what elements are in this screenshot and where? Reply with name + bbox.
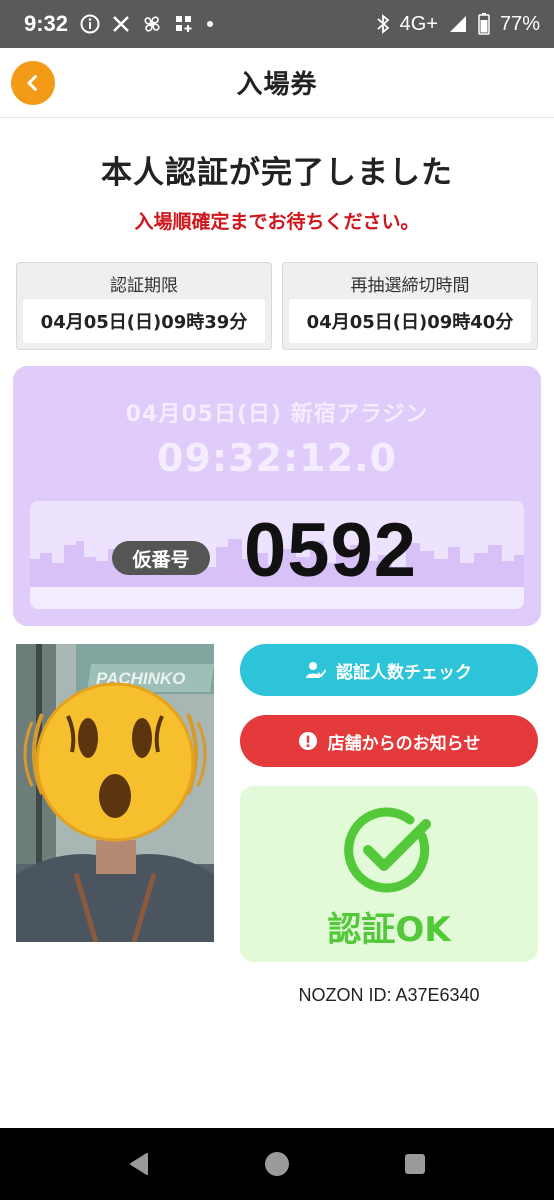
auth-deadline-label: 認証期限 — [110, 276, 178, 296]
apps-add-icon — [174, 14, 194, 34]
network-type: 4G+ — [399, 12, 438, 35]
battery-percent: 77% — [499, 12, 540, 35]
nav-home-button[interactable] — [257, 1144, 297, 1184]
signal-icon — [448, 14, 468, 34]
info-icon — [80, 14, 100, 34]
provisional-number-badge: 仮番号 — [112, 541, 210, 575]
user-photo: PACHINKO — [16, 644, 214, 942]
ticket-date-store: 04月05日(日) 新宿アラジン — [125, 402, 429, 427]
check-circle-icon — [344, 807, 431, 893]
nozon-id: NOZON ID: A37E6340 — [298, 985, 480, 1005]
auth-ok-panel: 認証OK — [240, 786, 538, 962]
ticket-number-panel: 仮番号 0592 — [30, 501, 524, 609]
home-circle-icon — [265, 1152, 289, 1176]
completion-title: 本人認証が完了しました — [101, 155, 453, 191]
provisional-number: 0592 — [244, 508, 418, 593]
status-left: 9:32 — [24, 11, 214, 37]
redraw-deadline-label: 再抽選締切時間 — [350, 276, 470, 296]
auth-deadline-value: 04月05日(日)09時39分 — [23, 299, 265, 343]
pinwheel-icon — [142, 14, 162, 34]
redraw-deadline-box: 再抽選締切時間 04月05日(日)09時40分 — [282, 262, 538, 350]
auth-count-check-label: 認証人数チェック — [336, 662, 472, 683]
app-header: 入場券 — [0, 48, 554, 118]
system-nav-bar — [0, 1128, 554, 1200]
wait-message: 入場順確定までお待ちください。 — [134, 211, 420, 233]
bluetooth-icon — [376, 14, 390, 34]
recents-square-icon — [405, 1154, 425, 1174]
page-title: 入場券 — [236, 70, 318, 100]
back-button[interactable] — [11, 61, 55, 105]
ticket-clock: 09:32:12.0 — [157, 436, 397, 480]
status-bar: 9:32 4G+ 77% — [0, 0, 554, 48]
store-notice-button[interactable]: 店舗からのお知らせ — [240, 715, 538, 767]
nav-recents-button[interactable] — [395, 1144, 435, 1184]
user-check-icon — [306, 662, 326, 678]
alert-circle-icon — [298, 732, 317, 750]
battery-icon — [478, 13, 490, 35]
auth-count-check-button[interactable]: 認証人数チェック — [240, 644, 538, 696]
x-app-icon — [112, 15, 130, 33]
status-time: 9:32 — [24, 11, 69, 36]
store-notice-label: 店舗からのお知らせ — [327, 733, 481, 754]
user-photo-image: PACHINKO — [16, 644, 214, 942]
status-right: 4G+ 77% — [376, 13, 540, 36]
redraw-deadline-value: 04月05日(日)09時40分 — [289, 299, 531, 343]
chevron-left-icon — [27, 75, 37, 91]
nav-back-button[interactable] — [119, 1144, 159, 1184]
entry-ticket: 04月05日(日) 新宿アラジン 09:32:12.0 仮番号 0592 — [13, 366, 541, 626]
auth-deadline-box: 認証期限 04月05日(日)09時39分 — [16, 262, 272, 350]
back-triangle-icon — [130, 1153, 148, 1175]
dot-icon — [206, 20, 214, 28]
auth-ok-text: 認証OK — [327, 910, 451, 950]
